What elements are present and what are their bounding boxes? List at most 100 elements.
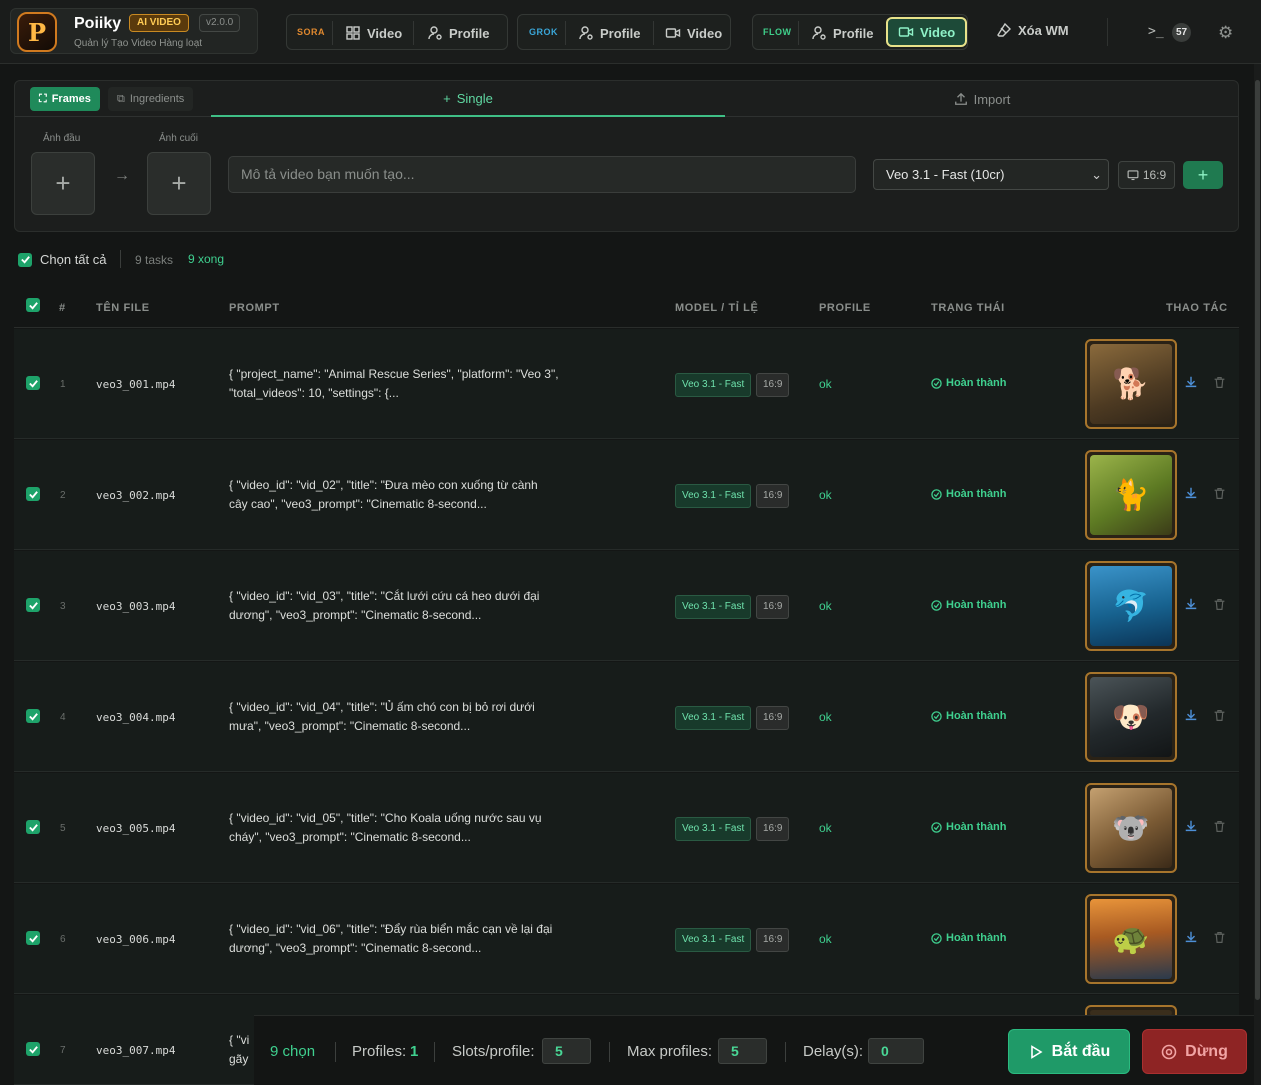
row-prompt: { "project_name": "Animal Rescue Series"… xyxy=(229,367,559,400)
download-icon[interactable] xyxy=(1184,930,1198,944)
video-thumbnail[interactable]: 🐬 xyxy=(1085,561,1177,651)
row-status-label: Hoàn thành xyxy=(946,821,1007,833)
row-number: 3 xyxy=(60,601,66,612)
row-file-name: veo3_005.mp4 xyxy=(96,822,176,835)
download-icon[interactable] xyxy=(1184,597,1198,611)
column-header-profile: PROFILE xyxy=(819,302,871,314)
scrollbar-thumb[interactable] xyxy=(1255,80,1260,1000)
row-status: Hoàn thành xyxy=(931,821,1007,833)
trash-icon[interactable] xyxy=(1213,376,1226,389)
download-icon[interactable] xyxy=(1184,819,1198,833)
row-file-name: veo3_004.mp4 xyxy=(96,711,176,724)
trash-icon[interactable] xyxy=(1213,487,1226,500)
flow-profile-label: Profile xyxy=(833,25,874,41)
frames-label: Frames xyxy=(51,93,91,105)
row-model-badge: Veo 3.1 - Fast xyxy=(675,928,752,952)
flow-video-label: Video xyxy=(920,24,956,40)
tab-single-label: Single xyxy=(456,90,493,106)
delay-input[interactable]: 0 xyxy=(868,1038,924,1064)
flow-nav-group: FLOW Profile Video xyxy=(752,14,968,50)
row-number: 5 xyxy=(60,823,66,834)
ai-video-badge: AI VIDEO xyxy=(129,14,189,32)
version-badge: v2.0.0 xyxy=(199,14,241,32)
trash-icon[interactable] xyxy=(1213,820,1226,833)
remove-watermark-button[interactable]: Xóa WM xyxy=(996,22,1069,38)
monitor-icon xyxy=(1127,169,1139,181)
row-status-label: Hoàn thành xyxy=(946,932,1007,944)
check-circle-icon xyxy=(931,488,942,500)
trash-icon[interactable] xyxy=(1213,709,1226,722)
row-checkbox[interactable] xyxy=(26,598,40,612)
row-prompt: { "video_id": "vid_05", "title": "Cho Ko… xyxy=(229,811,542,844)
arrow-right-icon: → xyxy=(114,167,130,184)
row-number: 1 xyxy=(60,379,66,390)
max-profiles-input[interactable]: 5 xyxy=(718,1038,767,1064)
tab-single[interactable]: + Single xyxy=(211,81,725,117)
flow-profile-button[interactable]: Profile xyxy=(805,19,879,47)
select-all-checkbox[interactable]: Chọn tất cả xyxy=(18,252,107,267)
video-thumbnail[interactable]: 🐈 xyxy=(1085,450,1177,540)
row-checkbox[interactable] xyxy=(26,1042,40,1056)
download-icon[interactable] xyxy=(1184,486,1198,500)
video-camera-icon xyxy=(665,25,681,41)
upload-icon xyxy=(954,92,968,106)
video-thumbnail[interactable]: 🐢 xyxy=(1085,894,1177,984)
flow-video-button[interactable]: Video xyxy=(886,17,968,47)
last-frame-upload[interactable]: + xyxy=(147,152,211,215)
trash-icon[interactable] xyxy=(1213,931,1226,944)
row-checkbox[interactable] xyxy=(26,820,40,834)
row-ratio-badge: 16:9 xyxy=(756,706,790,730)
prompt-input[interactable]: Mô tả video bạn muốn tạo... xyxy=(228,156,856,193)
stop-button[interactable]: Dừng xyxy=(1142,1029,1247,1074)
sora-profile-button[interactable]: Profile xyxy=(421,19,495,47)
header-select-checkbox[interactable] xyxy=(26,298,40,312)
select-all-label: Chọn tất cả xyxy=(40,252,107,267)
row-checkbox[interactable] xyxy=(26,487,40,501)
grok-profile-button[interactable]: Profile xyxy=(572,19,646,47)
notification-count-badge[interactable]: 57 xyxy=(1172,23,1191,42)
trash-icon[interactable] xyxy=(1213,598,1226,611)
puppy-rain-thumbnail-image: 🐶 xyxy=(1090,677,1172,757)
aspect-ratio-button[interactable]: 16:9 xyxy=(1118,161,1175,189)
video-thumbnail[interactable]: 🐕 xyxy=(1085,339,1177,429)
app-subtitle: Quản lý Tạo Video Hàng loạt xyxy=(74,38,203,49)
dolphin-thumbnail-image: 🐬 xyxy=(1090,566,1172,646)
download-icon[interactable] xyxy=(1184,375,1198,389)
row-checkbox[interactable] xyxy=(26,376,40,390)
download-icon[interactable] xyxy=(1184,708,1198,722)
divider xyxy=(785,1042,786,1062)
create-tab-bar: ⛶ Frames ⧉ Ingredients + Single Import xyxy=(15,81,1238,117)
row-status-label: Hoàn thành xyxy=(946,710,1007,722)
row-checkbox[interactable] xyxy=(26,931,40,945)
add-task-button[interactable]: + xyxy=(1183,161,1223,189)
grok-label: GROK xyxy=(529,27,558,37)
first-frame-upload[interactable]: + xyxy=(31,152,95,215)
top-bar: P Poiiky AI VIDEO v2.0.0 Quản lý Tạo Vid… xyxy=(0,0,1261,64)
sora-video-button[interactable]: Video xyxy=(339,19,408,47)
start-button[interactable]: Bắt đầu xyxy=(1008,1029,1130,1074)
row-model-badge: Veo 3.1 - Fast xyxy=(675,817,752,841)
row-profile: ok xyxy=(819,932,832,946)
brand-block: P Poiiky AI VIDEO v2.0.0 Quản lý Tạo Vid… xyxy=(10,8,258,54)
grok-nav-group: GROK Profile Video xyxy=(517,14,731,50)
divider xyxy=(332,21,333,45)
profiles-label: Profiles: xyxy=(352,1043,407,1060)
row-model-badge: Veo 3.1 - Fast xyxy=(675,706,752,730)
sora-profile-label: Profile xyxy=(449,25,490,41)
frames-mode-button[interactable]: ⛶ Frames xyxy=(30,87,100,111)
stop-circle-icon xyxy=(1161,1044,1177,1060)
play-icon xyxy=(1028,1044,1044,1060)
model-select[interactable]: Veo 3.1 - Fast (10cr) ⌄ xyxy=(873,159,1109,190)
ingredients-mode-button[interactable]: ⧉ Ingredients xyxy=(108,87,194,111)
grok-video-button[interactable]: Video xyxy=(659,19,728,47)
video-thumbnail[interactable]: 🐨 xyxy=(1085,783,1177,873)
row-checkbox[interactable] xyxy=(26,709,40,723)
terminal-icon[interactable]: >_ xyxy=(1148,24,1164,39)
row-file-name: veo3_003.mp4 xyxy=(96,600,176,613)
slots-per-profile-input[interactable]: 5 xyxy=(542,1038,591,1064)
row-profile: ok xyxy=(819,599,832,613)
gear-icon[interactable]: ⚙ xyxy=(1218,23,1233,43)
tab-import[interactable]: Import xyxy=(725,81,1239,117)
row-status-label: Hoàn thành xyxy=(946,377,1007,389)
video-thumbnail[interactable]: 🐶 xyxy=(1085,672,1177,762)
